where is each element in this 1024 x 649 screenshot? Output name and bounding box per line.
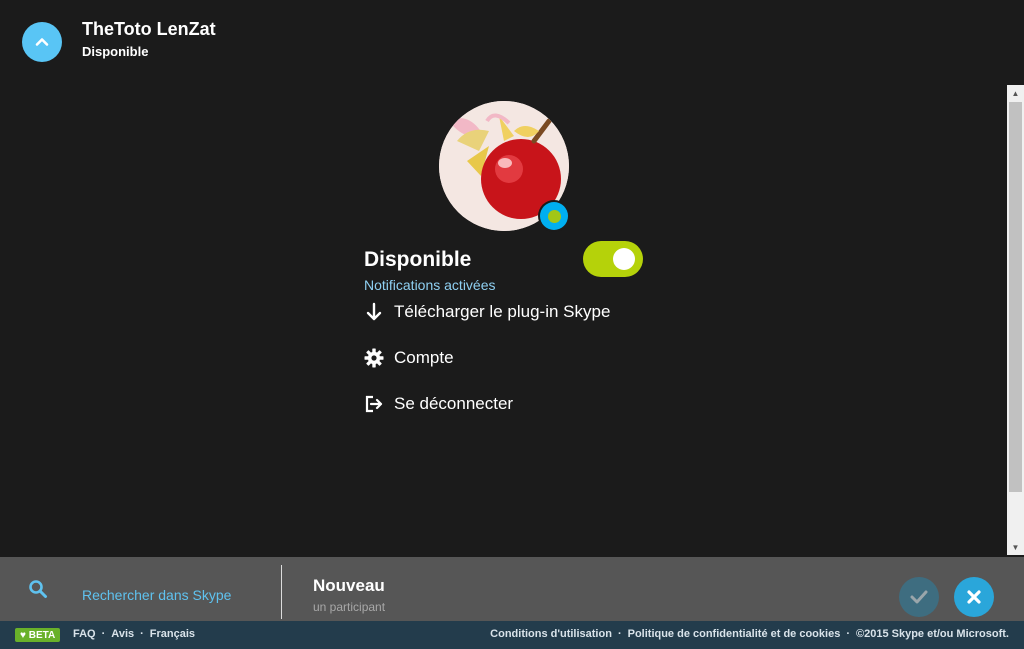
separator: ·: [140, 628, 144, 640]
sign-out-label: Se déconnecter: [394, 394, 514, 413]
account-link[interactable]: Compte: [364, 348, 454, 368]
presence-indicator: [538, 200, 570, 232]
separator: ·: [617, 628, 622, 640]
account-label: Compte: [394, 348, 454, 367]
search-label: Rechercher dans Skype: [82, 587, 232, 603]
footer-right-links: Conditions d'utilisation · Politique de …: [490, 628, 1009, 640]
separator: ·: [101, 628, 106, 640]
scrollbar-thumb[interactable]: [1009, 102, 1022, 492]
user-name: TheToto LenZat: [82, 19, 216, 39]
toggle-knob: [613, 248, 635, 270]
search-skype[interactable]: Rechercher dans Skype: [28, 557, 278, 621]
download-plugin-label: Télécharger le plug-in Skype: [394, 302, 611, 321]
search-icon: [29, 580, 47, 598]
chevron-up-icon: [35, 38, 49, 46]
scroll-up-icon[interactable]: ▲: [1007, 85, 1024, 101]
presence-available-icon: [547, 209, 561, 223]
user-status: Disponible: [82, 44, 149, 59]
footer: ♥ BETA FAQ · Avis · Français Conditions …: [0, 621, 1024, 649]
notifications-status: Notifications activées: [364, 277, 496, 293]
copyright-text: ©2015 Skype et/ou Microsoft.: [856, 628, 1009, 640]
download-icon: [364, 302, 384, 322]
confirm-button[interactable]: [899, 577, 939, 617]
download-plugin-link[interactable]: Télécharger le plug-in Skype: [364, 302, 610, 322]
sign-out-link[interactable]: Se déconnecter: [364, 394, 513, 414]
new-conversation-subtitle: un participant: [313, 600, 386, 614]
notifications-toggle[interactable]: [583, 241, 643, 277]
status-title[interactable]: Disponible: [364, 248, 471, 272]
sign-out-icon: [364, 394, 384, 414]
gear-icon: [364, 348, 384, 368]
faq-link[interactable]: FAQ: [73, 628, 96, 640]
feedback-link[interactable]: Avis: [111, 628, 134, 640]
scroll-down-icon[interactable]: ▼: [1007, 539, 1024, 555]
scrollbar[interactable]: ▲ ▼: [1007, 85, 1024, 555]
divider: [281, 565, 282, 619]
collapse-button[interactable]: [22, 22, 62, 62]
skype-app: TheToto LenZat Disponible Disponible Not…: [0, 0, 1024, 649]
privacy-link[interactable]: Politique de confidentialité et de cooki…: [628, 628, 841, 640]
close-icon: [967, 590, 981, 604]
bottom-bar: Rechercher dans Skype Nouveau un partici…: [0, 557, 1024, 621]
footer-left-links: FAQ · Avis · Français: [73, 628, 195, 640]
new-conversation-title: Nouveau: [313, 576, 385, 595]
cancel-button[interactable]: [954, 577, 994, 617]
presence-ring: [540, 202, 568, 230]
checkmark-icon: [910, 590, 928, 604]
beta-badge: ♥ BETA: [15, 628, 61, 642]
terms-link[interactable]: Conditions d'utilisation: [490, 628, 612, 640]
separator: ·: [846, 628, 850, 640]
language-link[interactable]: Français: [150, 628, 195, 640]
